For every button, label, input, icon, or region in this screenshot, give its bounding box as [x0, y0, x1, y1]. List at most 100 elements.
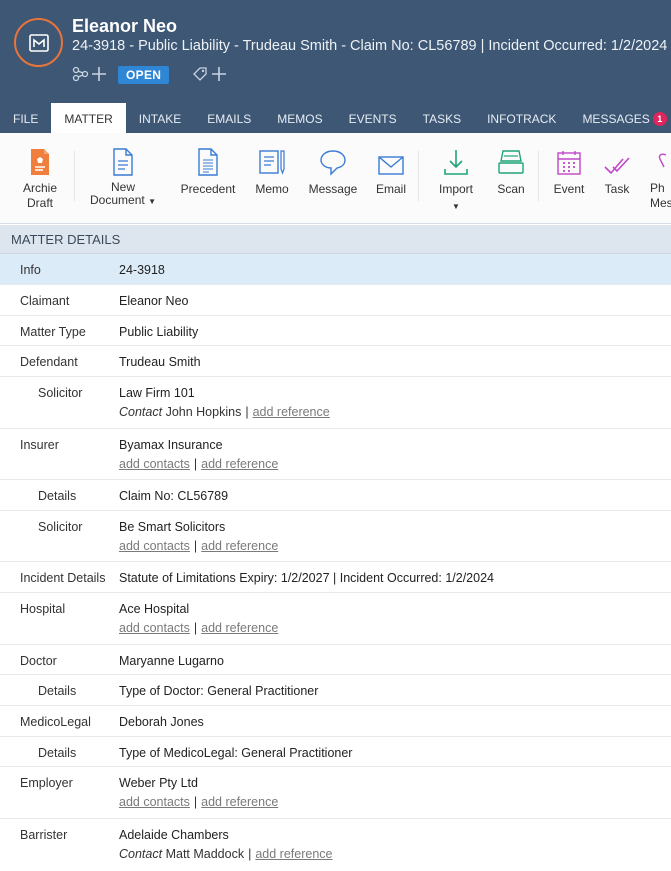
detail-label: Solicitor [38, 520, 83, 534]
detail-row-claimant[interactable]: Claimant Eleanor Neo [0, 285, 671, 316]
add-contacts-link[interactable]: add contacts [119, 621, 190, 635]
detail-label: MedicoLegal [20, 715, 91, 729]
section-header: MATTER DETAILS [0, 225, 671, 254]
tab-emails[interactable]: EMAILS [194, 103, 264, 133]
detail-label: Barrister [20, 828, 68, 842]
email-icon [378, 156, 404, 175]
detail-row-insurer-solicitor[interactable]: Solicitor Be Smart Solicitors add contac… [0, 511, 671, 562]
detail-row-doctor-details[interactable]: Details Type of Doctor: General Practiti… [0, 675, 671, 706]
detail-row-incident-details[interactable]: Incident Details Statute of Limitations … [0, 562, 671, 593]
contact-name[interactable]: John Hopkins [166, 405, 242, 419]
toolbar-divider [538, 151, 539, 201]
add-tag-icon[interactable] [191, 65, 227, 86]
message-icon [320, 150, 346, 176]
detail-label: Details [38, 746, 77, 760]
chevron-down-icon: ▼ [452, 202, 460, 211]
add-reference-link[interactable]: add reference [253, 405, 330, 419]
detail-value: Ace Hospital add contacts | add reference [119, 602, 279, 635]
detail-label: Hospital [20, 602, 66, 616]
contact-name[interactable]: Matt Maddock [166, 847, 245, 861]
ribbon-toolbar: Archie Draft New Document ▼ Precedent Me… [0, 133, 671, 224]
detail-label: Matter Type [20, 325, 86, 339]
detail-label: Details [38, 489, 77, 503]
matter-details-list: Info 24-3918 Claimant Eleanor Neo Matter… [0, 254, 671, 871]
detail-value: Type of Doctor: General Practitioner [119, 684, 319, 698]
status-badge[interactable]: OPEN [118, 66, 170, 84]
detail-row-employer[interactable]: Employer Weber Pty Ltd add contacts | add … [0, 767, 671, 819]
tab-intake[interactable]: INTAKE [126, 103, 194, 133]
header-tools: OPEN [72, 64, 227, 86]
detail-row-insurer-details[interactable]: Details Claim No: CL56789 [0, 480, 671, 511]
add-reference-link[interactable]: add reference [201, 457, 278, 471]
add-relationship-icon[interactable] [72, 65, 106, 86]
detail-value: 24-3918 [119, 263, 165, 277]
detail-row-insurer[interactable]: Insurer Byamax Insurance add contacts | ad… [0, 429, 671, 480]
new-document-icon [113, 148, 133, 176]
detail-row-defendant[interactable]: Defendant Trudeau Smith [0, 346, 671, 377]
memo-icon [259, 150, 285, 175]
tab-tasks[interactable]: TASKS [410, 103, 474, 133]
add-reference-link[interactable]: add reference [201, 539, 278, 553]
archie-draft-button[interactable]: Archie Draft [16, 143, 64, 211]
detail-value: Eleanor Neo [119, 294, 189, 308]
detail-label: Insurer [20, 438, 59, 452]
add-contacts-link[interactable]: add contacts [119, 795, 190, 809]
task-button[interactable]: Task [602, 143, 632, 197]
detail-label: Doctor [20, 654, 57, 668]
detail-row-medicolegal[interactable]: MedicoLegal Deborah Jones [0, 706, 671, 737]
detail-row-hospital[interactable]: Hospital Ace Hospital add contacts | add r… [0, 593, 671, 645]
detail-value: Statute of Limitations Expiry: 1/2/2027 … [119, 571, 494, 585]
detail-label: Details [38, 684, 77, 698]
tab-file[interactable]: FILE [0, 103, 51, 133]
detail-row-doctor[interactable]: Doctor Maryanne Lugarno [0, 645, 671, 675]
matter-summary: 24-3918 - Public Liability - Trudeau Smi… [72, 38, 668, 54]
message-button[interactable]: Message [306, 143, 360, 197]
memo-button[interactable]: Memo [250, 143, 294, 197]
add-reference-link[interactable]: add reference [201, 621, 278, 635]
detail-label: Solicitor [38, 386, 83, 400]
new-document-button[interactable]: New Document ▼ [90, 143, 156, 208]
archie-draft-icon [31, 149, 49, 175]
detail-value: Byamax Insurance add contacts | add refere… [119, 438, 279, 471]
add-contacts-link[interactable]: add contacts [119, 539, 190, 553]
detail-value: Adelaide Chambers Contact Matt Maddock | a… [119, 828, 333, 861]
detail-row-info[interactable]: Info 24-3918 [0, 254, 671, 285]
precedent-button[interactable]: Precedent [178, 143, 238, 197]
detail-value: Claim No: CL56789 [119, 489, 229, 503]
detail-row-barrister[interactable]: Barrister Adelaide Chambers Contact Matt… [0, 819, 671, 871]
detail-value: Be Smart Solicitors add contacts | add ref… [119, 520, 279, 553]
detail-label: Employer [20, 776, 73, 790]
detail-value: Law Firm 101 Contact John Hopkins | add re… [119, 386, 330, 419]
add-reference-link[interactable]: add reference [255, 847, 332, 861]
detail-value: Trudeau Smith [119, 355, 201, 369]
detail-value: Deborah Jones [119, 715, 204, 729]
matter-header: Eleanor Neo 24-3918 - Public Liability -… [0, 0, 671, 133]
detail-row-matter-type[interactable]: Matter Type Public Liability [0, 316, 671, 346]
phone-message-icon [658, 153, 667, 168]
calendar-icon [557, 151, 581, 175]
tab-matter[interactable]: MATTER [51, 103, 126, 133]
toolbar-divider [418, 151, 419, 201]
detail-row-medicolegal-details[interactable]: Details Type of MedicoLegal: General Pra… [0, 737, 671, 767]
add-contacts-link[interactable]: add contacts [119, 457, 190, 471]
detail-label: Info [20, 263, 41, 277]
ribbon-tabs: FILE MATTER INTAKE EMAILS MEMOS EVENTS T… [0, 103, 671, 133]
detail-value: Maryanne Lugarno [119, 654, 224, 668]
add-reference-link[interactable]: add reference [201, 795, 278, 809]
detail-row-defendant-solicitor[interactable]: Solicitor Law Firm 101 Contact John Hopk… [0, 377, 671, 429]
scan-icon [498, 150, 524, 174]
email-button[interactable]: Email [372, 143, 410, 197]
toolbar-divider [74, 151, 75, 201]
client-name: Eleanor Neo [72, 16, 178, 36]
event-button[interactable]: Event [552, 143, 586, 197]
detail-value: Weber Pty Ltd add contacts | add reference [119, 776, 279, 809]
tab-infotrack[interactable]: INFOTRACK [474, 103, 569, 133]
tab-messages[interactable]: MESSAGES 1 [569, 103, 671, 133]
scan-button[interactable]: Scan [494, 143, 528, 197]
tab-events[interactable]: EVENTS [336, 103, 410, 133]
import-button[interactable]: Import ▼ [434, 143, 478, 215]
tab-memos[interactable]: MEMOS [264, 103, 335, 133]
matter-avatar[interactable] [14, 18, 63, 67]
precedent-icon [198, 148, 218, 176]
phone-message-button[interactable]: Ph Mes [650, 143, 671, 211]
